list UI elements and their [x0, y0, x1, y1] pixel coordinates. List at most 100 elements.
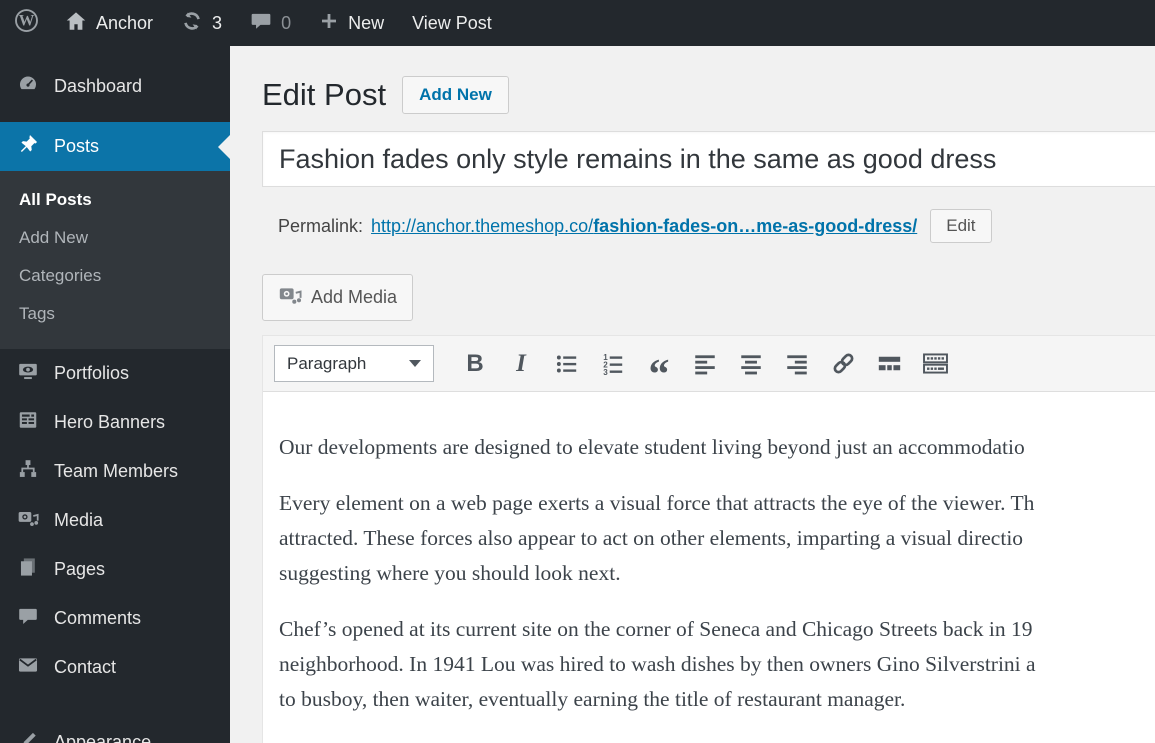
sidebar-item-label: Contact: [54, 657, 117, 677]
editor-content-area[interactable]: Our developments are designed to elevate…: [263, 392, 1155, 743]
screen-eye-icon: [17, 360, 39, 387]
view-post-button[interactable]: View Post: [398, 0, 506, 46]
new-button[interactable]: New: [305, 0, 398, 46]
chevron-down-icon: [409, 360, 421, 367]
sidebar-item-pages[interactable]: Pages: [0, 545, 230, 594]
comment-count: 0: [281, 12, 292, 33]
view-post-label: View Post: [412, 12, 492, 33]
insert-link-button[interactable]: [820, 344, 866, 384]
table-grid-icon: [17, 409, 39, 436]
app-body: Dashboard Posts All Posts Add New Catego…: [0, 46, 1155, 743]
sidebar-item-label: Comments: [54, 608, 142, 628]
admin-sidebar: Dashboard Posts All Posts Add New Catego…: [0, 46, 230, 743]
text-line: Our developments are designed to elevate…: [279, 435, 1025, 459]
update-icon: [181, 10, 203, 37]
admin-bar: W Anchor 3 0 New View Post: [0, 0, 1155, 46]
sidebar-item-posts[interactable]: Posts: [0, 122, 230, 171]
blockquote-button[interactable]: “: [636, 344, 682, 396]
numbered-list-icon: 1 2 3: [603, 353, 623, 376]
envelope-icon: [17, 654, 39, 681]
numbered-list-button[interactable]: 1 2 3: [590, 344, 636, 384]
paragraph-format-select[interactable]: Paragraph: [274, 345, 434, 382]
svg-text:3: 3: [603, 367, 608, 376]
italic-button[interactable]: I: [498, 344, 544, 384]
home-icon: [65, 10, 87, 37]
page-title: Edit Post: [262, 77, 387, 112]
site-menu-button[interactable]: Anchor: [51, 0, 167, 46]
submenu-item-all-posts[interactable]: All Posts: [0, 181, 230, 219]
sidebar-item-hero-banners[interactable]: Hero Banners: [0, 398, 230, 447]
updates-button[interactable]: 3: [167, 0, 236, 46]
submenu-item-categories[interactable]: Categories: [0, 257, 230, 295]
align-right-button[interactable]: [774, 344, 820, 384]
site-name: Anchor: [96, 12, 154, 33]
link-icon: [833, 353, 853, 374]
dashboard-icon: [17, 73, 39, 100]
align-right-icon: [787, 354, 807, 374]
wordpress-logo-icon: W: [14, 8, 39, 38]
toolbar-toggle-button[interactable]: [912, 344, 958, 384]
permalink-link[interactable]: http://anchor.themeshop.co/fashion-fades…: [371, 216, 917, 237]
sidebar-item-media[interactable]: Media: [0, 496, 230, 545]
wordpress-menu-button[interactable]: W: [0, 0, 51, 46]
posts-submenu: All Posts Add New Categories Tags: [0, 171, 230, 349]
align-center-button[interactable]: [728, 344, 774, 384]
bullet-list-icon: [556, 355, 577, 372]
sidebar-item-label: Appearance: [54, 732, 152, 743]
text-line: neighborhood. In 1941 Lou was hired to w…: [279, 652, 1036, 676]
format-select-value: Paragraph: [287, 353, 367, 373]
pushpin-icon: [17, 133, 39, 160]
brush-icon: [17, 729, 39, 743]
permalink-slug: fashion-fades-on…me-as-good-dress/: [593, 215, 918, 236]
svg-text:W: W: [19, 13, 35, 30]
sidebar-item-label: Dashboard: [54, 75, 143, 96]
media-camera-note-icon: [278, 283, 302, 312]
plus-icon: [319, 11, 339, 36]
comments-bubble-icon: [250, 10, 272, 37]
sidebar-item-portfolios[interactable]: Portfolios: [0, 349, 230, 398]
add-media-label: Add Media: [311, 287, 398, 307]
sidebar-item-label: Team Members: [54, 461, 179, 481]
text-line: Every element on a web page exerts a vis…: [279, 491, 1035, 515]
permalink-row: Permalink: http://anchor.themeshop.co/fa…: [278, 209, 1155, 243]
keyboard-icon: [922, 353, 948, 374]
post-title-input[interactable]: [262, 131, 1155, 187]
add-media-button[interactable]: Add Media: [262, 274, 414, 321]
align-center-icon: [741, 354, 761, 374]
org-chart-icon: [17, 458, 39, 485]
sidebar-item-team-members[interactable]: Team Members: [0, 447, 230, 496]
submenu-item-add-new[interactable]: Add New: [0, 219, 230, 257]
text-line: to busboy, then waiter, eventually earni…: [279, 687, 906, 711]
add-new-post-button[interactable]: Add New: [402, 76, 509, 114]
read-more-icon: [878, 356, 900, 371]
sidebar-item-label: Portfolios: [54, 363, 130, 383]
permalink-base: http://anchor.themeshop.co/: [371, 215, 594, 236]
align-left-button[interactable]: [682, 344, 728, 384]
update-count: 3: [212, 12, 223, 33]
sidebar-item-label: Pages: [54, 559, 106, 579]
paragraph: When was the last time you looked at a w…: [279, 738, 1155, 743]
submenu-item-tags[interactable]: Tags: [0, 295, 230, 333]
bullet-list-button[interactable]: [544, 344, 590, 384]
bold-button[interactable]: B: [452, 344, 498, 384]
sidebar-item-label: Hero Banners: [54, 412, 166, 432]
permalink-edit-button[interactable]: Edit: [930, 209, 992, 243]
edit-post-screen: Edit Post Add New Permalink: http://anch…: [230, 46, 1155, 743]
permalink-label: Permalink:: [278, 215, 364, 236]
comment-bubble-icon: [17, 605, 39, 632]
sidebar-item-comments[interactable]: Comments: [0, 594, 230, 643]
text-line: attracted. These forces also appear to a…: [279, 526, 1024, 550]
paragraph: Chef’s opened at its current site on the…: [279, 612, 1155, 717]
sidebar-item-contact[interactable]: Contact: [0, 643, 230, 692]
comments-button[interactable]: 0: [236, 0, 305, 46]
new-label: New: [348, 12, 385, 33]
sidebar-item-appearance[interactable]: Appearance: [0, 718, 230, 743]
read-more-button[interactable]: [866, 344, 912, 384]
sidebar-item-label: Media: [54, 510, 104, 530]
media-camera-note-icon: [17, 507, 39, 534]
paragraph: Our developments are designed to elevate…: [279, 430, 1155, 465]
align-left-icon: [695, 354, 715, 374]
sidebar-item-dashboard[interactable]: Dashboard: [0, 64, 230, 108]
paragraph: Every element on a web page exerts a vis…: [279, 486, 1155, 591]
text-line: When was the last time you looked at a w…: [279, 738, 1155, 743]
